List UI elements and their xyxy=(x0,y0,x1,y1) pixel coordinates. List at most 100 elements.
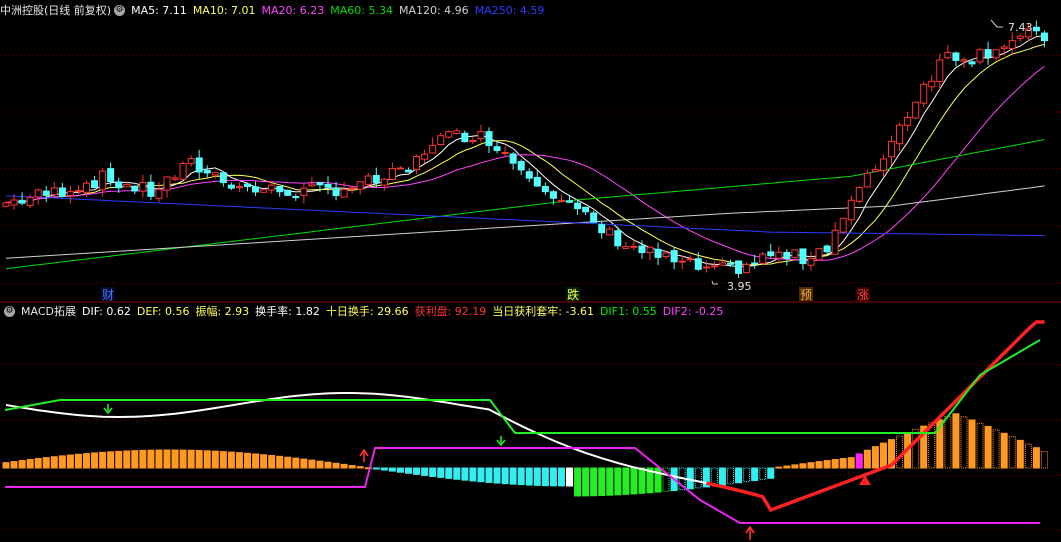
gear-icon[interactable]: ⚙ xyxy=(114,4,126,16)
ma-legend-item-3: MA60: 5.34 xyxy=(330,3,393,17)
candle-body-6 xyxy=(50,187,58,195)
max-price-pointer xyxy=(990,19,1003,28)
dif-up-line xyxy=(706,320,1045,513)
candle-body-119 xyxy=(960,59,968,62)
histogram-bar-5 xyxy=(42,457,50,469)
histogram-bar-98 xyxy=(791,464,799,469)
histogram-bar-109 xyxy=(879,442,887,469)
candle-body-78 xyxy=(630,245,638,248)
candle-body-113 xyxy=(912,101,920,119)
candle-body-63 xyxy=(509,153,517,164)
histogram-bar-77 xyxy=(622,467,630,495)
candle-body-77 xyxy=(622,246,630,249)
candle-body-3 xyxy=(26,196,34,206)
candle-body-58 xyxy=(469,139,477,142)
histogram-bar-96 xyxy=(775,466,783,469)
ma-legend-item-5: MA250: 4.59 xyxy=(474,3,545,17)
candle-body-83 xyxy=(670,250,678,263)
candle-body-41 xyxy=(332,187,340,197)
histogram-bar-59 xyxy=(477,467,485,483)
candle-body-91 xyxy=(735,260,743,274)
candle-body-126 xyxy=(1016,35,1024,39)
histogram-bar-43 xyxy=(348,464,356,469)
ma-legend-item-0: MA5: 7.11 xyxy=(131,3,187,17)
max-price-label: 7.43 xyxy=(1008,21,1033,34)
candle-body-16 xyxy=(131,185,139,192)
candle-body-0 xyxy=(2,202,10,207)
gear-icon[interactable]: ⚙ xyxy=(4,305,15,317)
candle-body-124 xyxy=(1000,46,1008,49)
histogram-bar-104 xyxy=(839,458,847,469)
candle-body-98 xyxy=(791,249,799,259)
histogram-bar-120 xyxy=(968,419,976,469)
histogram-bar-118 xyxy=(952,413,960,469)
ma20-line xyxy=(5,65,1045,262)
macd-histogram xyxy=(2,413,1048,497)
down-arrow-2 xyxy=(496,436,506,447)
macd-legend-item-4: 十日换手: 29.66 xyxy=(325,305,409,318)
candle-body-108 xyxy=(871,169,879,172)
macd-legend-item-6: 当日获利套牢: -3.61 xyxy=(492,305,594,318)
candle-body-54 xyxy=(437,135,445,146)
candle-body-104 xyxy=(839,217,847,233)
candle-body-50 xyxy=(405,169,412,173)
histogram-bar-27 xyxy=(219,451,227,469)
histogram-bar-91 xyxy=(735,467,743,484)
candle-body-117 xyxy=(944,51,952,59)
histogram-bar-119 xyxy=(960,416,968,469)
macd-lines xyxy=(4,320,1045,524)
histogram-bar-66 xyxy=(533,467,541,486)
histogram-bar-89 xyxy=(718,467,726,486)
candle-body-128 xyxy=(1032,26,1040,32)
histogram-bar-4 xyxy=(34,458,42,469)
histogram-bar-68 xyxy=(549,467,557,487)
candle-body-76 xyxy=(614,230,622,247)
candle-body-106 xyxy=(855,186,863,202)
candle-body-84 xyxy=(678,260,686,263)
candle-body-35 xyxy=(284,189,292,196)
candle-body-15 xyxy=(123,184,131,188)
candle-body-33 xyxy=(268,184,276,191)
histogram-bar-40 xyxy=(324,461,332,469)
histogram-bar-100 xyxy=(807,462,815,469)
histogram-bar-54 xyxy=(437,467,445,478)
up-arrow-2 xyxy=(745,525,755,540)
histogram-bar-86 xyxy=(694,467,702,489)
candle-body-115 xyxy=(928,80,936,88)
histogram-bar-8 xyxy=(66,454,74,469)
histogram-bar-111 xyxy=(896,435,904,469)
candle-body-79 xyxy=(638,245,646,254)
histogram-bar-12 xyxy=(99,451,107,469)
histogram-bar-15 xyxy=(123,450,131,469)
histogram-bar-29 xyxy=(235,452,243,469)
histogram-bar-34 xyxy=(276,455,284,469)
histogram-bar-97 xyxy=(783,465,791,469)
histogram-bar-123 xyxy=(992,429,1000,469)
histogram-bar-22 xyxy=(179,449,187,469)
candle-body-36 xyxy=(292,196,300,199)
candle-body-59 xyxy=(477,131,485,140)
histogram-bar-24 xyxy=(195,450,203,469)
candle-body-25 xyxy=(203,170,211,174)
histogram-bar-6 xyxy=(50,456,58,469)
candle-body-120 xyxy=(968,61,976,65)
histogram-bar-13 xyxy=(107,451,115,469)
candle-body-45 xyxy=(364,175,372,185)
candle-body-71 xyxy=(574,202,582,210)
dif-line xyxy=(5,321,1045,512)
candle-body-96 xyxy=(775,251,783,259)
candle-body-57 xyxy=(461,132,469,143)
histogram-bar-79 xyxy=(638,467,646,494)
histogram-bar-17 xyxy=(139,449,147,469)
histogram-bar-101 xyxy=(815,461,823,469)
candle-body-5 xyxy=(42,190,50,196)
candle-body-43 xyxy=(348,187,356,190)
histogram-bar-64 xyxy=(517,467,525,486)
histogram-bar-102 xyxy=(823,460,831,469)
candle-body-82 xyxy=(662,252,670,258)
candle-body-53 xyxy=(429,144,437,154)
histogram-bar-90 xyxy=(727,467,734,485)
histogram-bar-69 xyxy=(557,467,565,487)
histogram-bar-47 xyxy=(380,467,388,471)
macd-legend-item-5: 获利盘: 92.19 xyxy=(414,305,487,318)
